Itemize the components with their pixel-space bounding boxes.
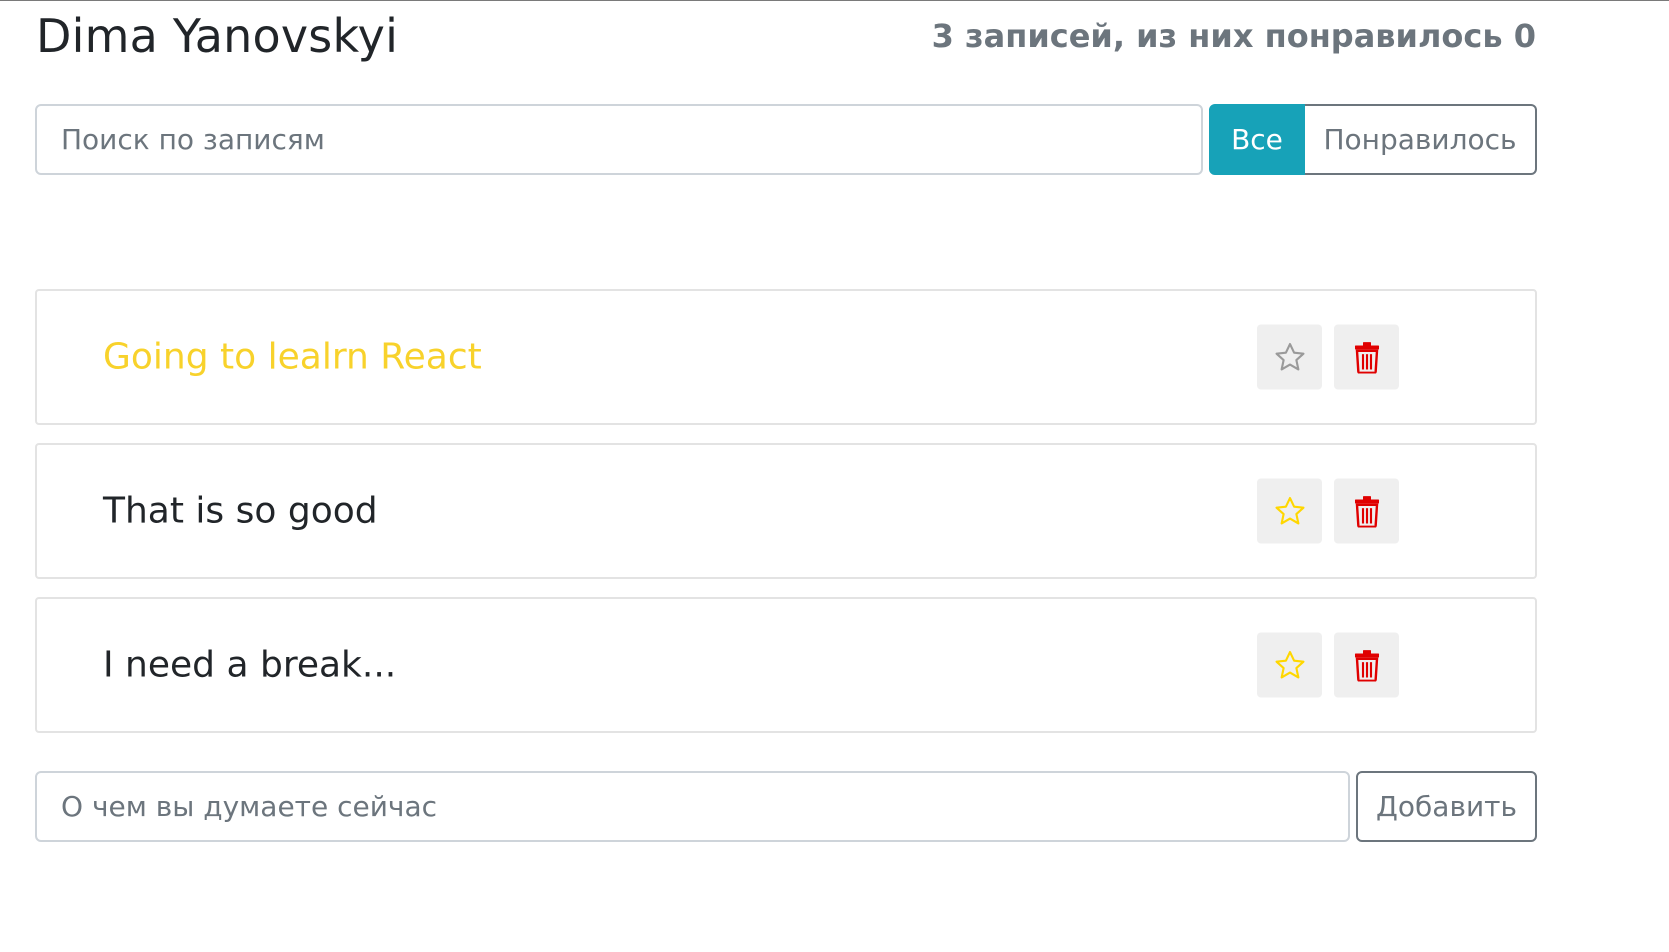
star-button[interactable] — [1257, 324, 1322, 390]
list-item: Going to lealrn React — [35, 289, 1537, 425]
post-add-form: Добавить — [35, 771, 1537, 842]
star-button[interactable] — [1257, 632, 1322, 698]
trash-icon — [1354, 649, 1379, 681]
delete-button[interactable] — [1334, 478, 1399, 544]
new-post-input[interactable] — [35, 771, 1350, 842]
post-status-filter: Все Понравилось — [1209, 104, 1537, 175]
list-item: That is so good — [35, 443, 1537, 579]
star-outline-icon — [1274, 342, 1305, 370]
add-post-button[interactable]: Добавить — [1356, 771, 1537, 842]
post-actions — [1257, 632, 1399, 698]
delete-button[interactable] — [1334, 632, 1399, 698]
app-header: Dima Yanovskyi 3 записей, из них понрави… — [36, 6, 1536, 66]
trash-icon — [1354, 495, 1379, 527]
post-actions — [1257, 324, 1399, 390]
star-button[interactable] — [1257, 478, 1322, 544]
post-label[interactable]: That is so good — [103, 491, 378, 532]
post-label[interactable]: I need a break... — [103, 645, 396, 686]
post-actions — [1257, 478, 1399, 544]
search-input[interactable] — [35, 104, 1203, 175]
delete-button[interactable] — [1334, 324, 1399, 390]
post-counter: 3 записей, из них понравилось 0 — [931, 17, 1536, 55]
list-item: I need a break... — [35, 597, 1537, 733]
filter-liked-button[interactable]: Понравилось — [1305, 104, 1537, 175]
search-panel: Все Понравилось — [35, 104, 1537, 175]
trash-icon — [1354, 341, 1379, 373]
star-outline-icon — [1274, 496, 1305, 524]
star-outline-icon — [1274, 650, 1305, 678]
filter-all-button[interactable]: Все — [1209, 104, 1305, 175]
app-title: Dima Yanovskyi — [36, 9, 399, 63]
app-root: Dima Yanovskyi 3 записей, из них понрави… — [0, 0, 1669, 952]
post-list: Going to lealrn React That is so good I … — [35, 289, 1537, 751]
top-divider — [0, 0, 1669, 1]
post-label[interactable]: Going to lealrn React — [103, 337, 482, 378]
